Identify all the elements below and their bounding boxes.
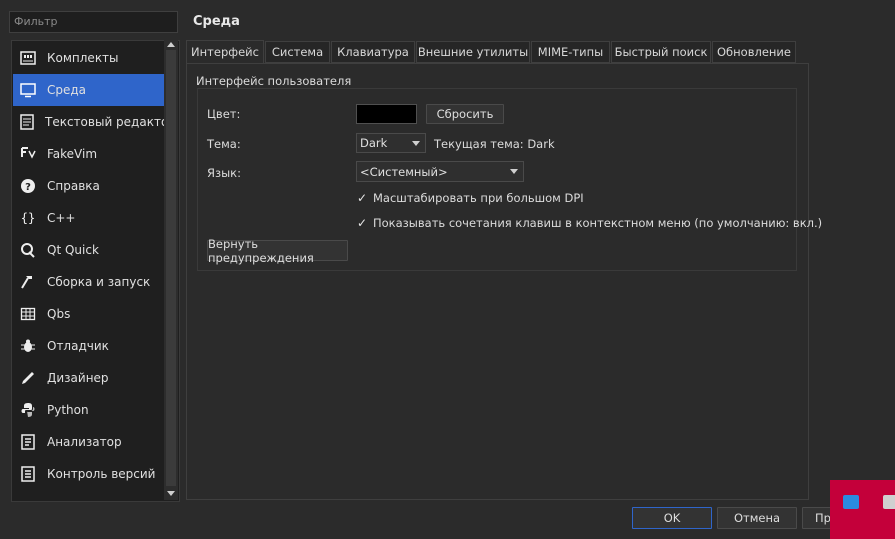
cancel-button[interactable]: Отмена bbox=[717, 507, 797, 529]
scroll-down-icon[interactable] bbox=[165, 489, 177, 497]
svg-text:?: ? bbox=[25, 182, 31, 193]
sidebar-item-label: Дизайнер bbox=[47, 371, 109, 385]
app-icon[interactable] bbox=[843, 495, 859, 509]
shortcuts-in-menu-checkbox-label: Показывать сочетания клавиш в контекстно… bbox=[373, 216, 823, 230]
group-title: Интерфейс пользователя bbox=[196, 74, 352, 88]
sidebar-item-label: Python bbox=[47, 403, 89, 417]
high-dpi-checkbox[interactable]: ✓ Масштабировать при большом DPI bbox=[357, 191, 584, 205]
page-title: Среда bbox=[193, 14, 240, 29]
sidebar-item-kits[interactable]: Комплекты bbox=[13, 42, 164, 74]
pencil-icon bbox=[19, 369, 37, 387]
theme-label: Тема: bbox=[207, 137, 241, 151]
version-control-icon bbox=[19, 465, 37, 483]
reset-color-button[interactable]: Сбросить bbox=[426, 104, 504, 124]
language-select[interactable]: <Системный> bbox=[356, 161, 524, 182]
sidebar-item-designer[interactable]: Дизайнер bbox=[13, 362, 164, 394]
language-label: Язык: bbox=[207, 166, 242, 180]
tab-update[interactable]: Обновление bbox=[712, 41, 796, 63]
braces-icon: {} bbox=[20, 211, 36, 225]
sidebar-item-analyzer[interactable]: Анализатор bbox=[13, 426, 164, 458]
checkmark-icon: ✓ bbox=[357, 216, 368, 230]
sidebar-scrollbar[interactable] bbox=[164, 40, 178, 500]
tab-quick-search[interactable]: Быстрый поиск bbox=[611, 41, 711, 63]
tab-mime-types[interactable]: MIME-типы bbox=[531, 41, 610, 63]
qbs-icon bbox=[19, 305, 37, 323]
ok-button[interactable]: OK bbox=[632, 507, 712, 529]
color-swatch-button[interactable] bbox=[356, 104, 417, 124]
chevron-down-icon bbox=[412, 141, 420, 146]
hammer-icon bbox=[19, 273, 37, 291]
theme-select[interactable]: Dark bbox=[356, 133, 426, 153]
filter-input[interactable]: Фильтр bbox=[9, 11, 178, 33]
sidebar-item-help[interactable]: ? Справка bbox=[13, 170, 164, 202]
sidebar-item-label: Анализатор bbox=[47, 435, 122, 449]
sidebar-item-version-control[interactable]: Контроль версий bbox=[13, 458, 164, 490]
sidebar-item-label: Среда bbox=[47, 83, 87, 97]
monitor-icon[interactable] bbox=[883, 495, 895, 509]
taskbar-tile[interactable] bbox=[830, 480, 895, 539]
sidebar-item-label: Qt Quick bbox=[47, 243, 99, 257]
sidebar-item-label: Контроль версий bbox=[47, 467, 156, 481]
tab-interface[interactable]: Интерфейс bbox=[186, 40, 264, 64]
sidebar-item-label: FakeVim bbox=[47, 147, 98, 161]
checkmark-icon: ✓ bbox=[357, 191, 368, 205]
shortcuts-in-menu-checkbox[interactable]: ✓ Показывать сочетания клавиш в контекст… bbox=[357, 216, 822, 230]
tab-external-tools[interactable]: Внешние утилиты bbox=[416, 41, 530, 63]
tab-keyboard[interactable]: Клавиатура bbox=[331, 41, 415, 63]
sidebar-item-cpp[interactable]: {} C++ bbox=[13, 202, 164, 234]
sidebar-item-qbs[interactable]: Qbs bbox=[13, 298, 164, 330]
high-dpi-checkbox-label: Масштабировать при большом DPI bbox=[373, 191, 584, 205]
theme-select-value: Dark bbox=[360, 136, 388, 150]
analyzer-icon bbox=[19, 433, 37, 451]
scroll-up-icon[interactable] bbox=[165, 40, 177, 48]
sidebar-item-label: Справка bbox=[47, 179, 100, 193]
restore-warnings-button[interactable]: Вернуть предупреждения bbox=[207, 237, 348, 265]
language-select-value: <Системный> bbox=[360, 164, 448, 179]
sidebar-item-label: Отладчик bbox=[47, 339, 109, 353]
sidebar-item-debugger[interactable]: Отладчик bbox=[13, 330, 164, 362]
text-editor-icon bbox=[19, 113, 35, 131]
sidebar-item-python[interactable]: Python bbox=[13, 394, 164, 426]
scroll-thumb[interactable] bbox=[166, 50, 176, 486]
sidebar-item-label: C++ bbox=[47, 211, 76, 225]
sidebar-item-label: Комплекты bbox=[47, 51, 119, 65]
sidebar-item-fakevim[interactable]: FakeVim bbox=[13, 138, 164, 170]
sidebar-item-label: Текстовый редактор bbox=[45, 115, 176, 129]
help-icon: ? bbox=[19, 177, 37, 195]
sidebar: Комплекты Среда Текстовый редактор FakeV… bbox=[11, 40, 180, 502]
fakevim-icon bbox=[19, 145, 37, 163]
sidebar-item-build-run[interactable]: Сборка и запуск bbox=[13, 266, 164, 298]
color-label: Цвет: bbox=[207, 107, 241, 121]
sidebar-item-qt-quick[interactable]: Qt Quick bbox=[13, 234, 164, 266]
bug-icon bbox=[19, 337, 37, 355]
python-icon bbox=[19, 401, 37, 419]
sidebar-item-label: Qbs bbox=[47, 307, 71, 321]
qt-quick-icon bbox=[19, 241, 37, 259]
chevron-down-icon bbox=[510, 169, 518, 174]
sidebar-item-environment[interactable]: Среда bbox=[13, 74, 164, 106]
tab-system[interactable]: Система bbox=[265, 41, 330, 63]
sidebar-item-label: Сборка и запуск bbox=[47, 275, 151, 289]
monitor-icon bbox=[19, 81, 37, 99]
sidebar-item-text-editor[interactable]: Текстовый редактор bbox=[13, 106, 176, 138]
current-theme-label: Текущая тема: Dark bbox=[434, 137, 555, 151]
kits-icon bbox=[19, 49, 37, 67]
